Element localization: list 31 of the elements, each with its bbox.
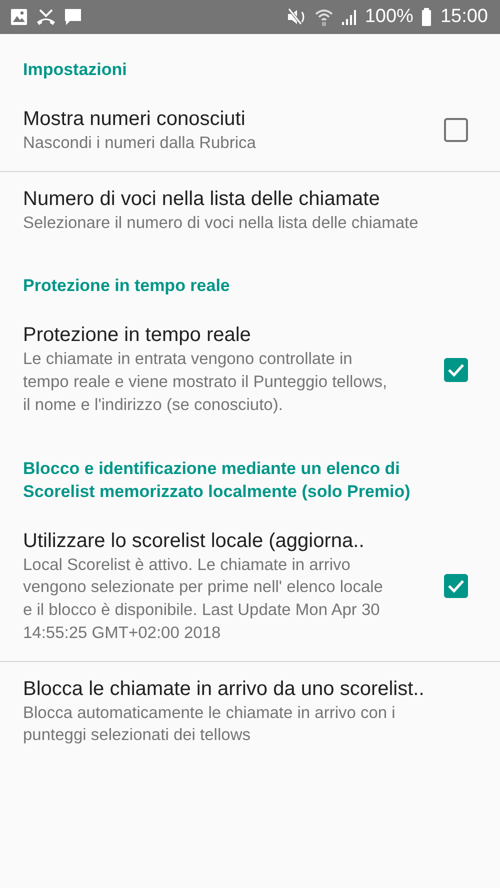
signal-icon (340, 7, 357, 27)
preference-title: Numero di voci nella lista delle chiamate (23, 186, 381, 212)
preference-title: Blocca le chiamate in arrivo da uno scorelist.. (23, 676, 426, 702)
check-icon (447, 579, 465, 594)
wifi-icon (314, 7, 333, 27)
missed-call-icon (36, 7, 56, 27)
preference-title: Mostra numeri conosciuti (23, 106, 246, 132)
checkbox[interactable] (444, 358, 468, 382)
preference-summary: Local Scorelist è attivo. Le chiamate in arrivo vengono selezionate per prime nell' elenco locale e il blocco è disponibile. Last Update Mon Apr 30 14:55:25 GMT+02:00 2018 (23, 554, 384, 644)
category-header: Impostazioni (22, 59, 128, 81)
preference-item[interactable]: Protezione in tempo reale Le chiamate in entrata vengono controllate in tempo reale e viene mostrato il Punteggio tellows, il nome e l'indirizzo (se conosciuto). (0, 308, 500, 433)
battery-percent: 100% (364, 4, 414, 29)
preference-title: Protezione in tempo reale (23, 323, 252, 348)
preference-summary: Selezionare il numero di voci nella lista delle chiamate (23, 212, 420, 234)
checkbox[interactable] (444, 118, 468, 142)
image-icon (10, 7, 28, 27)
preference-summary: Le chiamate in entrata vengono controllate in tempo reale e viene mostrato il Punteggio tellows, il nome e l'indirizzo (se conosciuto). (23, 349, 388, 416)
category-header: Blocco e identificazione mediante un elenco di Scorelist memorizzato localmente (solo Premio) (22, 458, 412, 503)
message-icon (64, 7, 82, 27)
preference-title: Utilizzare lo scorelist locale (aggiorna.. (23, 528, 366, 554)
clock-time: 15:00 (440, 4, 488, 29)
battery-icon (421, 7, 432, 27)
preference-summary: Blocca automaticamente le chiamate in arrivo con i punteggi selezionati dei tellows (23, 702, 396, 746)
category-header: Protezione in tempo reale (22, 275, 231, 298)
preference-item[interactable]: Numero di voci nella lista delle chiamate Selezionare il numero di voci nella lista delle chiamate (0, 172, 500, 250)
check-icon (447, 362, 465, 377)
preference-item[interactable]: Mostra numeri conosciuti Nascondi i numeri dalla Rubrica (0, 92, 500, 171)
checkbox[interactable] (444, 574, 468, 598)
preference-summary: Nascondi i numeri dalla Rubrica (23, 132, 257, 154)
mute-icon (286, 7, 307, 27)
preference-item[interactable]: Blocca le chiamate in arrivo da uno scorelist.. Blocca automaticamente le chiamate in arrivo con i punteggi selezionati dei tellows (0, 662, 500, 764)
